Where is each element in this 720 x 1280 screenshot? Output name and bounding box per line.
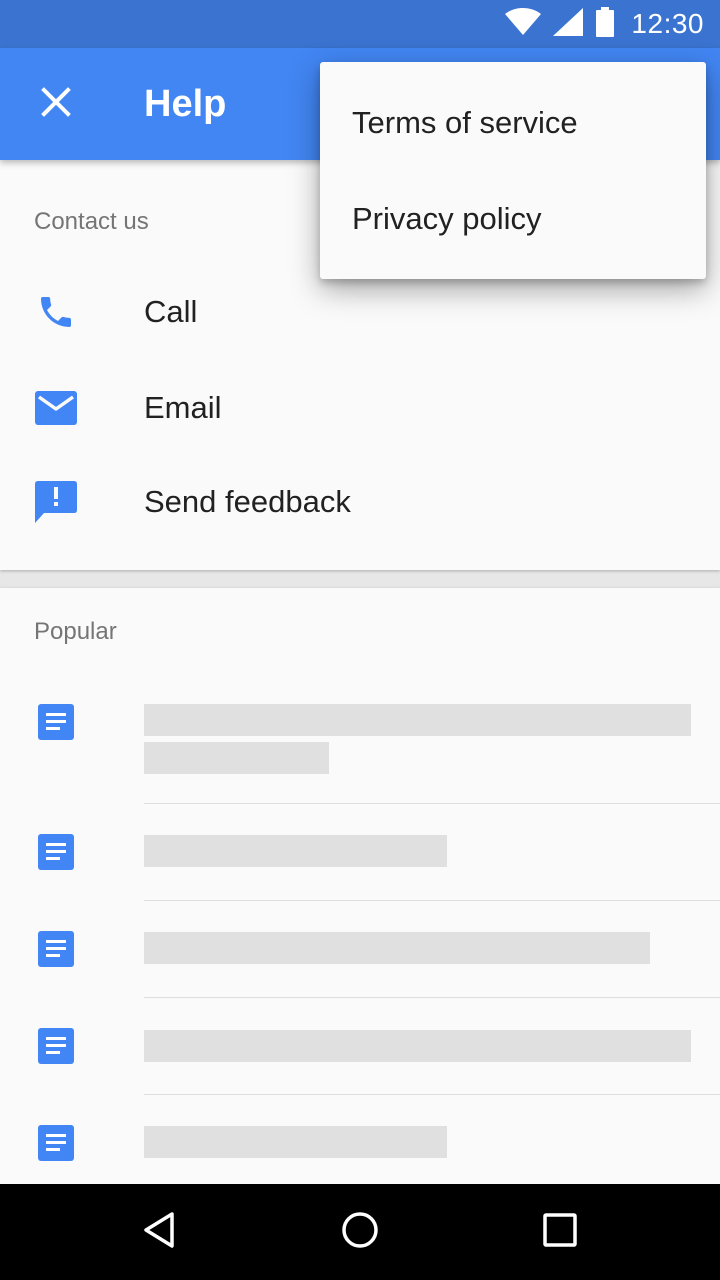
document-icon [38, 1028, 74, 1069]
status-bar: 12:30 [0, 0, 720, 48]
wifi-icon [505, 7, 542, 41]
email-icon [34, 386, 78, 430]
navigation-bar [0, 1184, 720, 1280]
cell-signal-icon [553, 7, 584, 41]
article-title-placeholder [144, 1126, 447, 1158]
document-icon [38, 1125, 74, 1166]
phone-icon [34, 290, 78, 334]
feedback-icon [34, 480, 78, 524]
contact-section-header: Contact us [34, 208, 149, 235]
contact-feedback-row[interactable]: Send feedback [0, 454, 720, 550]
article-row[interactable] [0, 901, 720, 998]
recents-button[interactable] [530, 1202, 590, 1262]
close-button[interactable] [26, 74, 86, 134]
document-icon [38, 704, 74, 745]
document-icon [38, 931, 74, 972]
article-title-placeholder [144, 742, 329, 774]
back-icon [140, 1210, 180, 1255]
page-title: Help [144, 83, 227, 125]
document-icon [38, 834, 74, 875]
battery-icon [595, 6, 615, 42]
article-row[interactable] [0, 998, 720, 1095]
close-icon [41, 86, 71, 122]
menu-item-terms-of-service[interactable]: Terms of service [320, 75, 706, 171]
home-button[interactable] [330, 1202, 390, 1262]
article-title-placeholder [144, 932, 650, 964]
article-row[interactable] [0, 1095, 720, 1188]
recents-icon [542, 1212, 578, 1253]
status-time: 12:30 [631, 8, 704, 39]
article-title-placeholder [144, 835, 447, 867]
article-title-placeholder [144, 704, 691, 736]
contact-call-label: Call [144, 294, 198, 329]
contact-email-row[interactable]: Email [0, 360, 720, 456]
contact-feedback-label: Send feedback [144, 484, 351, 519]
overflow-menu: Terms of service Privacy policy [320, 62, 706, 279]
back-button[interactable] [130, 1202, 190, 1262]
home-icon [340, 1210, 380, 1255]
article-row[interactable] [0, 684, 720, 804]
article-row[interactable] [0, 804, 720, 901]
menu-item-privacy-policy[interactable]: Privacy policy [320, 171, 706, 267]
article-title-placeholder [144, 1030, 691, 1062]
status-icons: 12:30 [505, 0, 704, 48]
popular-section-header: Popular [34, 618, 117, 645]
popular-card: Popular [0, 588, 720, 1188]
contact-email-label: Email [144, 390, 222, 425]
